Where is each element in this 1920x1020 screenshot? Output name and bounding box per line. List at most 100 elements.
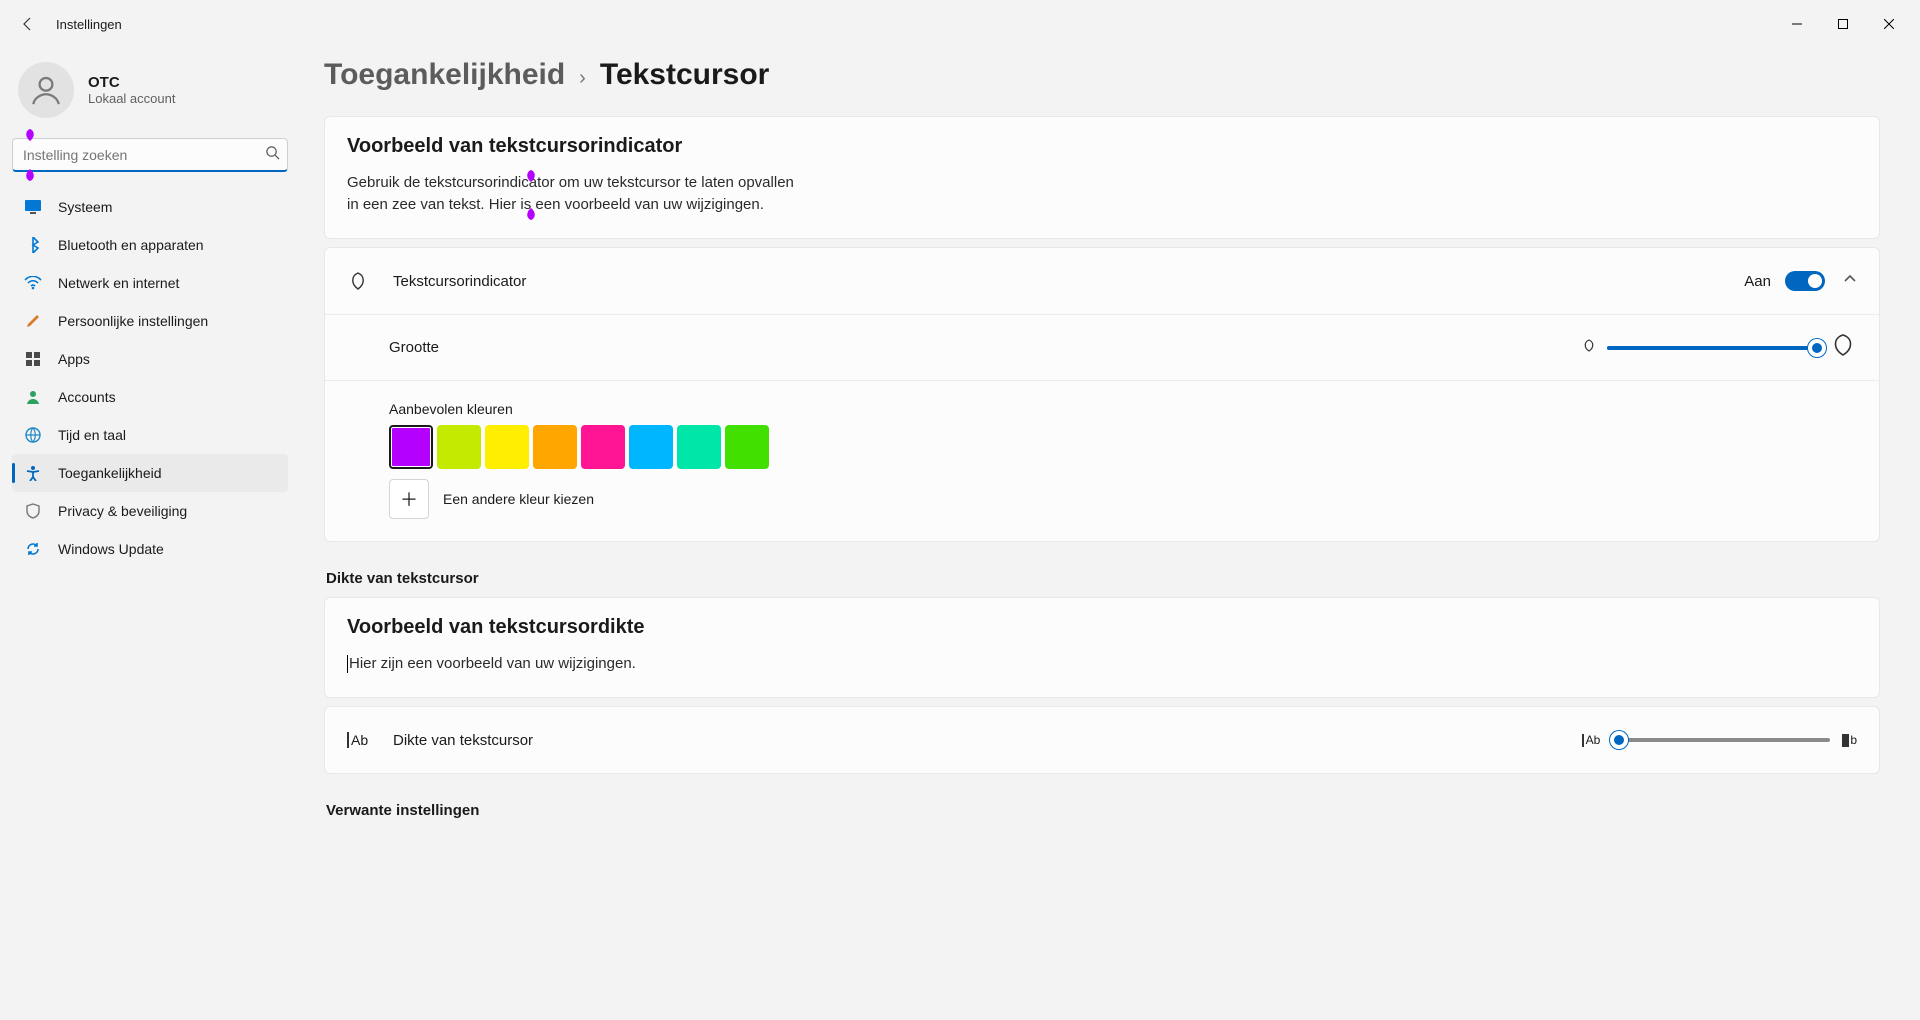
indicator-preview-text: Gebruik de tekstcursorindicator om uw te… <box>347 172 807 216</box>
search-icon[interactable] <box>265 145 280 165</box>
avatar <box>18 62 74 118</box>
content: Toegankelijkheid › Tekstcursor Voorbeeld… <box>300 48 1920 1020</box>
maximize-button[interactable] <box>1820 8 1866 40</box>
indicator-small-icon <box>1581 339 1597 357</box>
indicator-preview-heading: Voorbeeld van tekstcursorindicator <box>347 135 1857 158</box>
breadcrumb: Toegankelijkheid › Tekstcursor <box>324 58 1880 92</box>
thickness-row: Ab Dikte van tekstcursor Ab b <box>325 707 1879 773</box>
custom-color-label: Een andere kleur kiezen <box>443 491 594 507</box>
accessibility-icon <box>24 464 42 482</box>
sidebar-item-label: Tijd en taal <box>58 427 126 443</box>
colors-heading: Aanbevolen kleuren <box>389 401 1857 417</box>
indicator-outline-icon <box>347 272 373 290</box>
back-button[interactable] <box>8 4 48 44</box>
color-swatch[interactable] <box>533 425 577 469</box>
sidebar-item-label: Apps <box>58 351 90 367</box>
search-wrapper <box>12 138 288 172</box>
color-swatch[interactable] <box>677 425 721 469</box>
color-swatch[interactable] <box>629 425 673 469</box>
indicator-settings-card: Tekstcursorindicator Aan Grootte <box>324 247 1880 542</box>
sidebar-item-person[interactable]: Accounts <box>12 378 288 416</box>
indicator-label: Tekstcursorindicator <box>393 273 526 290</box>
custom-color-button[interactable]: ＋ <box>389 479 429 519</box>
sidebar-item-shield[interactable]: Privacy & beveiliging <box>12 492 288 530</box>
sidebar-item-label: Bluetooth en apparaten <box>58 237 204 253</box>
color-swatch[interactable] <box>389 425 433 469</box>
size-row: Grootte <box>325 314 1879 380</box>
sidebar-item-label: Privacy & beveiliging <box>58 503 187 519</box>
cursor-indicator-icon <box>523 203 539 221</box>
color-swatch[interactable] <box>485 425 529 469</box>
window-title: Instellingen <box>56 17 122 32</box>
bluetooth-icon <box>24 236 42 254</box>
thickness-settings-card: Ab Dikte van tekstcursor Ab b <box>324 706 1880 774</box>
thickness-preview-card: Voorbeeld van tekstcursordikte Hier zijn… <box>324 597 1880 698</box>
sidebar-item-label: Windows Update <box>58 541 164 557</box>
breadcrumb-root[interactable]: Toegankelijkheid <box>324 58 565 92</box>
sidebar-item-monitor[interactable]: Systeem <box>12 188 288 226</box>
user-name: OTC <box>88 74 175 91</box>
globe-icon <box>24 426 42 444</box>
color-swatch[interactable] <box>437 425 481 469</box>
color-swatch-row <box>389 425 1857 469</box>
sidebar-item-brush[interactable]: Persoonlijke instellingen <box>12 302 288 340</box>
titlebar: Instellingen <box>0 0 1920 48</box>
chevron-right-icon: › <box>579 67 586 90</box>
close-icon <box>1884 19 1894 29</box>
thickness-section-heading: Dikte van tekstcursor <box>326 570 1880 587</box>
sidebar-item-wifi[interactable]: Netwerk en internet <box>12 264 288 302</box>
sidebar: OTC Lokaal account Systeem Bluetooth en a… <box>0 48 300 1020</box>
update-icon <box>24 540 42 558</box>
colors-row: Aanbevolen kleuren ＋ Een andere kleur ki… <box>325 380 1879 541</box>
sidebar-item-label: Accounts <box>58 389 116 405</box>
apps-icon <box>24 350 42 368</box>
sidebar-item-apps[interactable]: Apps <box>12 340 288 378</box>
arrow-left-icon <box>20 16 36 32</box>
sidebar-item-accessibility[interactable]: Toegankelijkheid <box>12 454 288 492</box>
cursor-indicator-icon <box>523 169 539 187</box>
caret-ab-icon: Ab <box>347 732 373 748</box>
related-section-heading: Verwante instellingen <box>326 802 1880 819</box>
maximize-icon <box>1838 19 1848 29</box>
size-slider[interactable] <box>1607 338 1817 358</box>
sidebar-item-label: Toegankelijkheid <box>58 465 162 481</box>
sidebar-item-bluetooth[interactable]: Bluetooth en apparaten <box>12 226 288 264</box>
monitor-icon <box>24 198 42 216</box>
cursor-indicator-icon <box>22 170 38 182</box>
person-icon <box>29 73 63 107</box>
minimize-button[interactable] <box>1774 8 1820 40</box>
minimize-icon <box>1792 19 1802 29</box>
caret-thin-icon: Ab <box>1582 733 1600 747</box>
caret-preview-icon <box>347 655 348 673</box>
sidebar-item-label: Netwerk en internet <box>58 275 179 291</box>
size-label: Grootte <box>389 339 439 356</box>
person-icon <box>24 388 42 406</box>
wifi-icon <box>24 274 42 292</box>
plus-icon: ＋ <box>400 486 418 512</box>
user-block[interactable]: OTC Lokaal account <box>12 56 288 136</box>
sidebar-item-label: Systeem <box>58 199 112 215</box>
sidebar-item-update[interactable]: Windows Update <box>12 530 288 568</box>
indicator-large-icon <box>1829 334 1857 361</box>
sidebar-item-label: Persoonlijke instellingen <box>58 313 208 329</box>
color-swatch[interactable] <box>581 425 625 469</box>
indicator-toggle[interactable] <box>1785 271 1825 291</box>
chevron-up-icon[interactable] <box>1843 272 1857 291</box>
cursor-indicator-icon <box>22 128 38 140</box>
nav-list: Systeem Bluetooth en apparaten Netwerk en … <box>12 188 288 568</box>
search-input[interactable] <box>12 138 288 172</box>
shield-icon <box>24 502 42 520</box>
breadcrumb-leaf: Tekstcursor <box>600 58 770 92</box>
indicator-toggle-row[interactable]: Tekstcursorindicator Aan <box>325 248 1879 314</box>
sidebar-item-globe[interactable]: Tijd en taal <box>12 416 288 454</box>
caret-thick-icon: b <box>1842 733 1857 747</box>
indicator-preview-card: Voorbeeld van tekstcursorindicator Gebru… <box>324 116 1880 239</box>
thickness-preview-text: Hier zijn een voorbeeld van uw wijziging… <box>349 655 636 672</box>
close-button[interactable] <box>1866 8 1912 40</box>
indicator-state-label: Aan <box>1744 273 1771 290</box>
thickness-slider[interactable] <box>1610 730 1830 750</box>
thickness-preview-heading: Voorbeeld van tekstcursordikte <box>347 616 1857 639</box>
user-subtitle: Lokaal account <box>88 91 175 106</box>
color-swatch[interactable] <box>725 425 769 469</box>
brush-icon <box>24 312 42 330</box>
